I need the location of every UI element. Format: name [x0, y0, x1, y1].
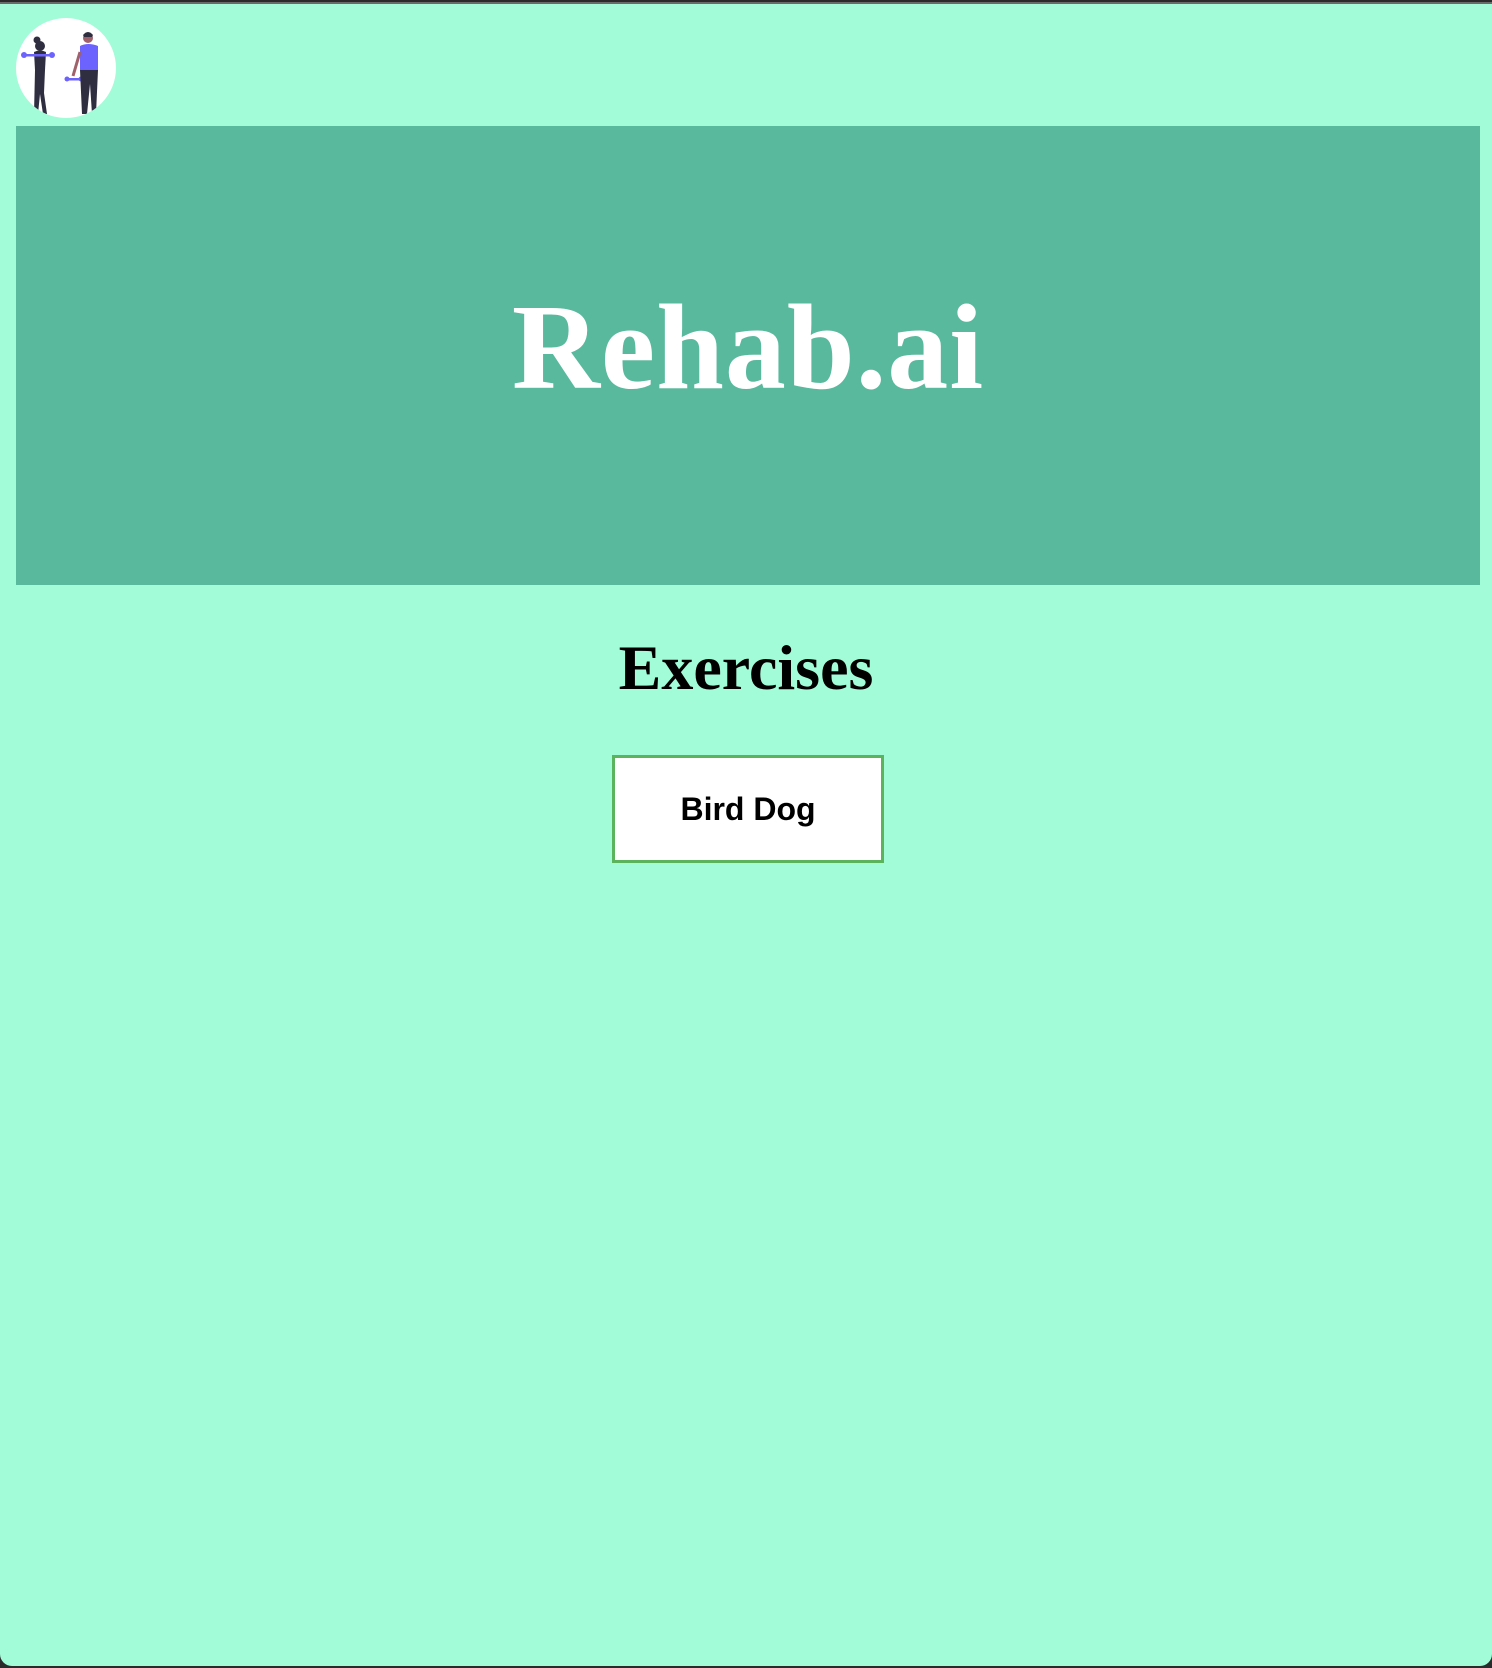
- app-page: Rehab.ai Exercises Bird Dog: [0, 2, 1492, 1666]
- top-border: [0, 2, 1492, 4]
- exercises-heading: Exercises: [618, 632, 874, 703]
- exercise-button-bird-dog[interactable]: Bird Dog: [612, 755, 884, 863]
- app-title: Rehab.ai: [511, 279, 985, 415]
- logo-avatar[interactable]: [16, 18, 116, 118]
- exercise-illustration-icon: [21, 32, 98, 114]
- hero-banner: Rehab.ai: [16, 126, 1480, 585]
